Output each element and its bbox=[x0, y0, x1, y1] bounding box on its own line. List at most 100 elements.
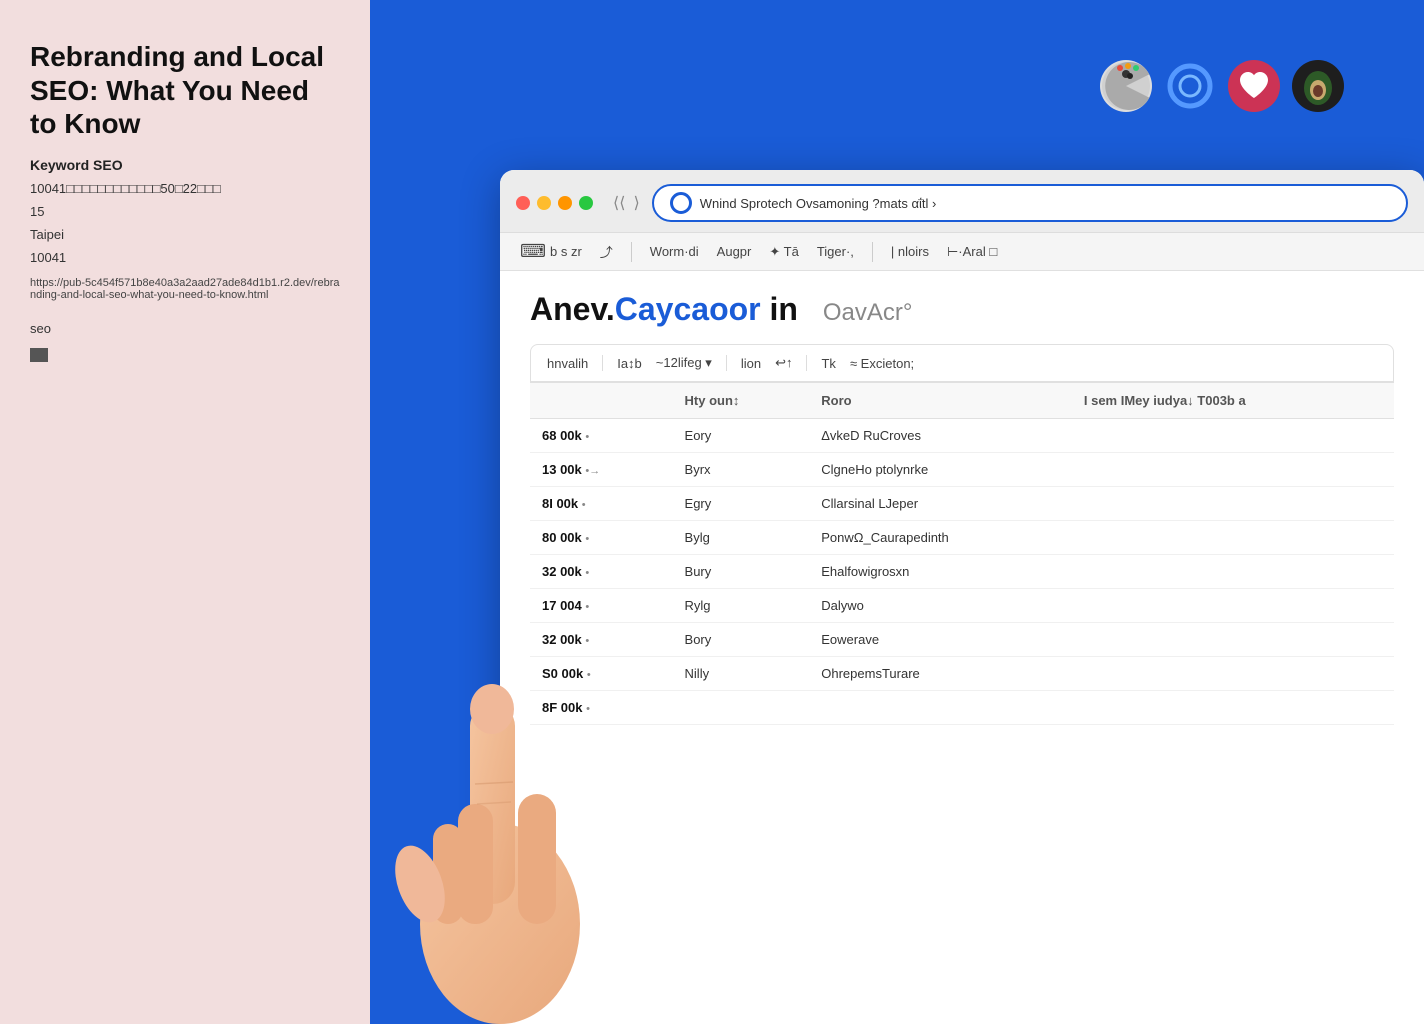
dot-value: • bbox=[585, 635, 589, 647]
toolbar-aral[interactable]: ⊢·Aral □ bbox=[947, 244, 997, 260]
dot-value: • bbox=[586, 703, 590, 715]
sidebar-meta-line1: 10041□□□□□□□□□□□□50□22□□□ bbox=[30, 181, 340, 196]
sidebar: Rebranding and Local SEO: What You Need … bbox=[0, 0, 370, 1024]
toolbar-share-icon[interactable]: ⤴ bbox=[600, 242, 613, 261]
cell-volume-5: 17 004 • bbox=[530, 589, 673, 623]
browser-window: ⟨⟨ ⟩ Wnind Sprotech Ovsamoning ?mats αΐt… bbox=[500, 170, 1424, 1024]
cell-col2-2: Egry bbox=[673, 487, 810, 521]
table-row: 8I 00k • Egry Cllarsinal LJeper bbox=[530, 487, 1394, 521]
table-divider-1 bbox=[602, 355, 603, 371]
cell-volume-8: 8F 00k • bbox=[530, 691, 673, 725]
table-row: 32 00k • Bory Eowerave bbox=[530, 623, 1394, 657]
cell-col2-3: Bylg bbox=[673, 521, 810, 555]
table-row: 80 00k • Bylg PonwΩ_Caurapedinth bbox=[530, 521, 1394, 555]
col-header-htyoun[interactable]: Hty oun↕ bbox=[673, 383, 810, 419]
heading-part1: Anev. bbox=[530, 291, 615, 327]
close-button[interactable] bbox=[516, 196, 530, 210]
sidebar-keyword-label: Keyword SEO bbox=[30, 157, 340, 173]
col-header-check bbox=[530, 383, 673, 419]
sidebar-meta-line2: 15 bbox=[30, 204, 340, 219]
cell-col2-5: Rylg bbox=[673, 589, 810, 623]
sidebar-title: Rebranding and Local SEO: What You Need … bbox=[30, 40, 340, 141]
toolbar-augpr[interactable]: Augpr bbox=[717, 244, 752, 259]
browser-chrome: ⟨⟨ ⟩ Wnind Sprotech Ovsamoning ?mats αΐt… bbox=[500, 170, 1424, 233]
table-toolbar-tk[interactable]: Tk bbox=[821, 356, 835, 371]
table-toolbar-hnvalih[interactable]: hnvalih bbox=[547, 356, 588, 371]
volume-value: 13 00k bbox=[542, 462, 582, 477]
maximize-button[interactable] bbox=[579, 196, 593, 210]
volume-value: 80 00k bbox=[542, 530, 582, 545]
cell-col3-2: Cllarsinal LJeper bbox=[809, 487, 1072, 521]
cell-col2-6: Bory bbox=[673, 623, 810, 657]
sidebar-zip: 10041 bbox=[30, 250, 340, 265]
toolbar-icon-keyboard[interactable]: ⌨ b s zr bbox=[520, 241, 582, 262]
table-row: 8F 00k • bbox=[530, 691, 1394, 725]
pacman-icon bbox=[1100, 60, 1152, 112]
right-area: ⟨⟨ ⟩ Wnind Sprotech Ovsamoning ?mats αΐt… bbox=[370, 0, 1424, 1024]
back-button[interactable]: ⟨⟨ bbox=[613, 193, 625, 213]
avocado-icon bbox=[1292, 60, 1344, 112]
data-table: Hty oun↕ Roro I sem IMey iudya↓ T003b a … bbox=[530, 382, 1394, 725]
orange-button[interactable] bbox=[558, 196, 572, 210]
table-row: 32 00k • Bury Ehalfowigrosxn bbox=[530, 555, 1394, 589]
dot-value: • bbox=[585, 431, 589, 443]
address-bar[interactable]: Wnind Sprotech Ovsamoning ?mats αΐtl › bbox=[652, 184, 1408, 222]
cell-volume-6: 32 00k • bbox=[530, 623, 673, 657]
cell-volume-1: 13 00k •→ bbox=[530, 453, 673, 487]
table-toolbar: hnvalih Ia↕b ~12lifeg ▾ lion ↩↑ Tk ≈ Exc… bbox=[530, 344, 1394, 382]
cell-volume-3: 80 00k • bbox=[530, 521, 673, 555]
cell-volume-4: 32 00k • bbox=[530, 555, 673, 589]
forward-button[interactable]: ⟩ bbox=[633, 193, 639, 213]
address-text: Wnind Sprotech Ovsamoning ?mats αΐtl › bbox=[700, 196, 1390, 211]
traffic-lights bbox=[516, 196, 593, 210]
volume-value: 8F 00k bbox=[542, 700, 582, 715]
cell-col2-8 bbox=[673, 691, 810, 725]
toolbar-tiger[interactable]: Tiger·, bbox=[817, 244, 854, 259]
cell-col2-4: Bury bbox=[673, 555, 810, 589]
cell-col3-3: PonwΩ_Caurapedinth bbox=[809, 521, 1072, 555]
volume-value: 32 00k bbox=[542, 564, 582, 579]
heading-part2: Caycaoor bbox=[615, 291, 761, 327]
volume-value: 8I 00k bbox=[542, 496, 578, 511]
table-divider-2 bbox=[726, 355, 727, 371]
browser-nav: ⟨⟨ ⟩ bbox=[613, 193, 640, 213]
heart-icon bbox=[1228, 60, 1280, 112]
mac-icons bbox=[1100, 60, 1344, 112]
cell-col3-5: Dalywo bbox=[809, 589, 1072, 623]
table-toolbar-excietonj[interactable]: ≈ Excieton; bbox=[850, 356, 914, 371]
cell-col2-0: Eory bbox=[673, 419, 810, 453]
toolbar-label-bszr: b s zr bbox=[550, 244, 582, 259]
cell-col2-1: Byrx bbox=[673, 453, 810, 487]
heading-sub: OavAcr° bbox=[823, 299, 913, 326]
dot-value: • bbox=[587, 669, 591, 681]
cell-col3-4: Ehalfowigrosxn bbox=[809, 555, 1072, 589]
table-toolbar-iatb[interactable]: Ia↕b bbox=[617, 356, 642, 371]
cell-volume-2: 8I 00k • bbox=[530, 487, 673, 521]
table-toolbar-lion[interactable]: lion bbox=[741, 356, 761, 371]
toolbar-divider-1 bbox=[631, 242, 632, 262]
toolbar-nloirs[interactable]: | nloirs bbox=[891, 244, 929, 259]
dot-value: • bbox=[585, 567, 589, 579]
ring-icon bbox=[1164, 60, 1216, 112]
browser-content: Anev.Caycaoor in OavAcr° hnvalih Ia↕b ~1… bbox=[500, 271, 1424, 745]
dot-value: • bbox=[582, 499, 586, 511]
cell-col3-8 bbox=[809, 691, 1072, 725]
table-divider-3 bbox=[806, 355, 807, 371]
toolbar-worm[interactable]: Worm·di bbox=[650, 244, 699, 259]
table-row: 17 004 • Rylg Dalywo bbox=[530, 589, 1394, 623]
col-header-isem[interactable]: I sem IMey iudya↓ T003b a bbox=[1072, 383, 1394, 419]
table-toolbar-12lifeg[interactable]: ~12lifeg ▾ bbox=[656, 355, 712, 371]
cell-col3-1: ClgneHo ptolynrke bbox=[809, 453, 1072, 487]
toolbar-ta[interactable]: ✦ Tā bbox=[769, 244, 798, 260]
table-row: 68 00k • Eory ΔvkeD RuCroves bbox=[530, 419, 1394, 453]
sidebar-url: https://pub-5c454f571b8e40a3a2aad27ade84… bbox=[30, 277, 340, 301]
dot-value: • bbox=[585, 533, 589, 545]
sidebar-tag-box bbox=[30, 348, 48, 362]
col-header-roro[interactable]: Roro bbox=[809, 383, 1072, 419]
cell-col3-7: OhrepemsTurare bbox=[809, 657, 1072, 691]
volume-value: 68 00k bbox=[542, 428, 582, 443]
dot-value: • bbox=[585, 601, 589, 613]
table-toolbar-arrow[interactable]: ↩↑ bbox=[775, 355, 792, 371]
minimize-button[interactable] bbox=[537, 196, 551, 210]
volume-value: S0 00k bbox=[542, 666, 583, 681]
